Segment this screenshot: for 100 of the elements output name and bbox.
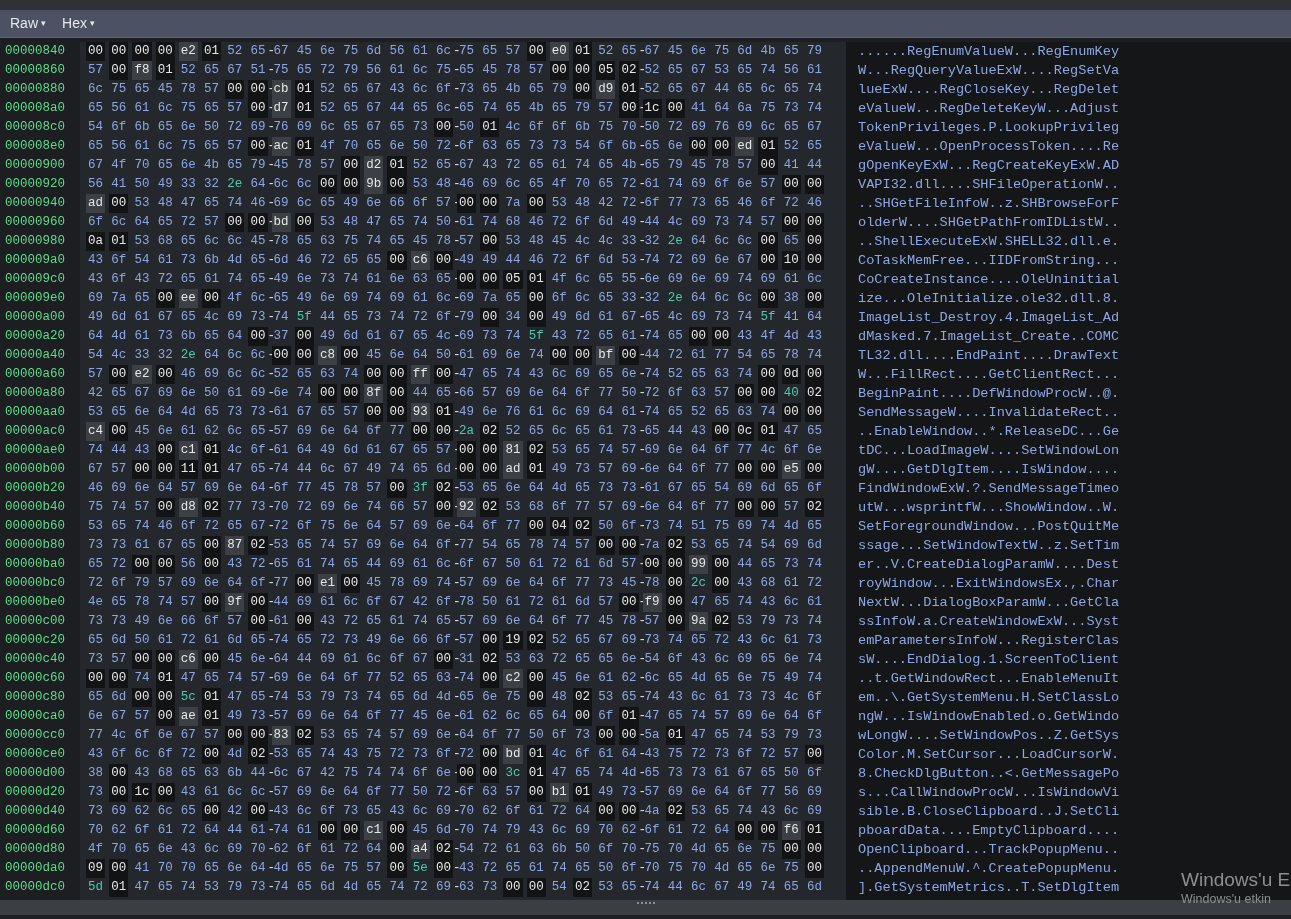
offset-label: 00000ae0 [5, 442, 66, 459]
offset-label: 00000940 [5, 195, 66, 212]
ascii-text: sW....EndDialog.1.ScreenToClient [858, 651, 1120, 669]
ascii-text: CoTaskMemFree...IIDFromString... [858, 252, 1120, 270]
offset-label: 000009c0 [5, 271, 66, 288]
ascii-text: TokenPrivileges.P.LookupPrivileg [858, 119, 1120, 137]
hex-bytes: 43 6f 43 72 65 61 74 65-49 6e 73 74 61 6e 63 65-00 00 05 01 4f 6c 65 55-6e 69 6e 69 74 69 61 6c [80, 270, 846, 289]
hex-bytes: 49 6d 61 67 65 4c 69 73-74 5f 44 65 73 74 72 6f-79 00 34 00 49 6d 61 67-65 4c 69 73 74 5f 41 64 [80, 308, 846, 327]
ascii-text: eValueW...RegDeleteKeyW...Adjust [858, 100, 1120, 118]
view-menu-button[interactable]: Raw ▾ [10, 13, 46, 34]
hex-bytes: 57 00 e2 00 46 69 6c 6c-52 65 63 74 00 00 ff 00-47 65 74 43 6c 69 65 6e-74 52 65 63 74 00 0d 00 [80, 365, 846, 384]
offset-label: 000008e0 [5, 138, 66, 155]
ascii-text: CoCreateInstance....OleUninitial [858, 271, 1120, 289]
hex-bytes: 73 69 62 6c 65 00 42 00-43 6c 6f 73 65 43 6c 69-70 62 6f 61 72 64 00 00-4a 02 53 65 74 43 6c 69 [80, 802, 846, 821]
ascii-text: eValueW...OpenProcessToken....Re [858, 138, 1120, 156]
offset-label: 00000c60 [5, 670, 66, 687]
hex-bytes: 5d 01 47 65 74 53 79 73-74 65 6d 4d 65 74 72 69-63 73 00 00 54 02 53 65-74 44 6c 67 49 74 65 6d [80, 878, 846, 897]
offset-label: 00000d20 [5, 784, 66, 801]
ascii-text: sible.B.CloseClipboard..J.SetCli [858, 803, 1120, 821]
offset-label: 00000b00 [5, 461, 66, 478]
ascii-text: emParametersInfoW...RegisterClas [858, 632, 1120, 650]
offset-label: 00000dc0 [5, 879, 66, 896]
ascii-text: royWindow...ExitWindowsEx.,.Char [858, 575, 1120, 593]
offset-label: 00000bc0 [5, 575, 66, 592]
activation-title: Windows'u E [1181, 869, 1291, 891]
offset-label: 00000880 [5, 81, 66, 98]
ascii-text: NextW...DialogBoxParamW...GetCla [858, 594, 1120, 612]
ascii-text: tDC...LoadImageW....SetWindowLon [858, 442, 1120, 460]
offset-label: 00000d60 [5, 822, 66, 839]
offset-label: 00000ce0 [5, 746, 66, 763]
ascii-text: VAPI32.dll....SHFileOperationW.. [858, 176, 1120, 194]
hex-bytes: 77 4c 6f 6e 67 57 00 00-83 02 53 65 74 57 69 6e-64 6f 77 50 6f 73 00 00-5a 01 47 65 74 53 79 73 [80, 726, 846, 745]
ascii-text: ImageList_Destroy.4.ImageList_Ad [858, 309, 1120, 327]
offset-label: 00000be0 [5, 594, 66, 611]
offset-label: 00000c00 [5, 613, 66, 630]
hex-bytes: c4 00 45 6e 61 62 6c 65-57 69 6e 64 6f 77 00 00-2a 02 52 65 6c 65 61 73-65 44 43 00 0c 01 47 65 [80, 422, 846, 441]
hex-bytes: 54 6f 6b 65 6e 50 72 69-76 69 6c 65 67 65 73 00-50 01 4c 6f 6f 6b 75 70-50 72 69 76 69 6c 65 67 [80, 118, 846, 137]
ascii-text: ngW...IsWindowEnabled.o.GetWindo [858, 708, 1120, 726]
offset-label: 00000840 [5, 43, 66, 60]
ascii-text: ssInfoW.a.CreateWindowExW...Syst [858, 613, 1120, 631]
offset-label: 00000d80 [5, 841, 66, 858]
offset-label: 000009e0 [5, 290, 66, 307]
resize-grip-icon[interactable] [636, 902, 655, 905]
hex-bytes: 38 00 43 68 65 63 6b 44-6c 67 42 75 74 74 6f 6e-00 00 3c 01 47 65 74 4d-65 73 73 61 67 65 50 6f [80, 764, 846, 783]
ascii-text: er..V.CreateDialogParamW....Dest [858, 556, 1120, 574]
ascii-text: utW...wsprintfW...ShowWindow..W. [858, 499, 1120, 517]
offset-label: 00000980 [5, 233, 66, 250]
offset-label: 000009a0 [5, 252, 66, 269]
ascii-text: s...CallWindowProcW...IsWindowVi [858, 784, 1120, 802]
ascii-text: ......RegEnumValueW...RegEnumKey [858, 43, 1120, 61]
hex-bytes: 00 00 74 01 47 65 74 57-69 6e 64 6f 77 52 65 63-74 00 c2 00 45 6e 61 62-6c 65 4d 65 6e 75 49 74 [80, 669, 846, 688]
ascii-text: 8.CheckDlgButton..<.GetMessagePo [858, 765, 1120, 783]
hex-bytes: 43 6f 54 61 73 6b 4d 65-6d 46 72 65 65 00 c6 00-49 49 44 46 72 6f 6d 53-74 72 69 6e 67 00 10 00 [80, 251, 846, 270]
offset-label: 00000a40 [5, 347, 66, 364]
hex-bytes: 57 00 f8 01 52 65 67 51-75 65 72 79 56 61 6c 75-65 45 78 57 00 00 05 02-52 65 67 53 65 74 56 61 [80, 61, 846, 80]
hex-bytes: 65 6d 50 61 72 61 6d 65-74 65 72 73 49 6e 66 6f-57 00 19 02 52 65 67 69-73 74 65 72 43 6c 61 73 [80, 631, 846, 650]
offset-label: 00000d00 [5, 765, 66, 782]
hex-bytes: 73 73 49 6e 66 6f 57 00-61 00 43 72 65 61 74 65-57 69 6e 64 6f 77 45 78-57 00 9a 02 53 79 73 74 [80, 612, 846, 631]
ascii-text: BeginPaint....DefWindowProcW..@. [858, 385, 1120, 403]
hex-bytes: 65 56 61 6c 75 65 57 00-d7 01 52 65 67 44 65 6c-65 74 65 4b 65 79 57 00-1c 00 41 64 6a 75 73 74 [80, 99, 846, 118]
hex-bytes: 69 7a 65 00 ee 00 4f 6c-65 49 6e 69 74 69 61 6c-69 7a 65 00 6f 6c 65 33-32 2e 64 6c 6c 00 38 00 [80, 289, 846, 308]
hex-bytes: 65 72 00 00 56 00 43 72-65 61 74 65 44 69 61 6c-6f 67 50 61 72 61 6d 57-00 00 99 00 44 65 73 74 [80, 555, 846, 574]
hex-bytes: 6e 67 57 00 ae 01 49 73-57 69 6e 64 6f 77 45 6e-61 62 6c 65 64 00 6f 01-47 65 74 57 69 6e 64 6f [80, 707, 846, 726]
offset-label: 00000ca0 [5, 708, 66, 725]
ascii-text: OpenClipboard...TrackPopupMenu.. [858, 841, 1120, 859]
hex-bytes: 56 41 50 49 33 32 2e 64-6c 6c 00 00 9b 00 53 48-46 69 6c 65 4f 70 65 72-61 74 69 6f 6e 57 00 00 [80, 175, 846, 194]
hex-bytes: 73 00 1c 00 43 61 6c 6c-57 69 6e 64 6f 77 50 72-6f 63 57 00 b1 01 49 73-57 69 6e 64 6f 77 56 69 [80, 783, 846, 802]
ascii-text: lueExW....RegCloseKey...RegDelet [858, 81, 1120, 99]
hex-bytes: 75 74 57 00 d8 02 77 73-70 72 69 6e 74 66 57 00-92 02 53 68 6f 77 57 69-6e 64 6f 77 00 00 57 02 [80, 498, 846, 517]
ascii-text: ..t.GetWindowRect...EnableMenuIt [858, 670, 1120, 688]
offset-label: 000008c0 [5, 119, 66, 136]
hex-bytes: 46 69 6e 64 57 69 6e 64-6f 77 45 78 57 00 3f 02-53 65 6e 64 4d 65 73 73-61 67 65 54 69 6d 65 6f [80, 479, 846, 498]
ascii-text: pboardData....EmptyClipboard.... [858, 822, 1120, 840]
ascii-text: W...FillRect....GetClientRect... [858, 366, 1120, 384]
hex-bytes: 74 44 43 00 c1 01 4c 6f-61 64 49 6d 61 67 65 57-00 00 81 02 53 65 74 57-69 6e 64 6f 77 4c 6f 6e [80, 441, 846, 460]
ascii-text: gW....GetDlgItem....IsWindow.... [858, 461, 1120, 479]
ascii-text: ..ShellExecuteExW.SHELL32.dll.e. [858, 233, 1120, 251]
offset-label: 00000c40 [5, 651, 66, 668]
activation-text: Windows'u etkin [1181, 891, 1272, 907]
offset-label: 00000ac0 [5, 423, 66, 440]
offset-label: 000008a0 [5, 100, 66, 117]
ascii-text: Color.M.SetCursor...LoadCursorW. [858, 746, 1120, 764]
hex-bytes: 70 62 6f 61 72 64 44 61-74 61 00 00 c1 00 45 6d-70 74 79 43 6c 69 70 62-6f 61 72 64 00 00 f6 01 [80, 821, 846, 840]
hex-bytes: 6c 75 65 45 78 57 00 00-cb 01 52 65 67 43 6c 6f-73 65 4b 65 79 00 d9 01-52 65 67 44 65 6c 65 74 [80, 80, 846, 99]
offset-label: 00000ba0 [5, 556, 66, 573]
ascii-text: ..EnableWindow..*.ReleaseDC...Ge [858, 423, 1120, 441]
offset-label: 00000920 [5, 176, 66, 193]
hex-bytes: 54 4c 33 32 2e 64 6c 6c-00 00 c8 00 45 6e 64 50-61 69 6e 74 00 00 bf 00-44 72 61 77 54 65 78 74 [80, 346, 846, 365]
ascii-text: FindWindowExW.?.SendMessageTimeo [858, 480, 1120, 498]
hex-bytes: 73 57 00 00 c6 00 45 6e-64 44 69 61 6c 6f 67 00-31 02 53 63 72 65 65 6e-54 6f 43 6c 69 65 6e 74 [80, 650, 846, 669]
offset-label: 00000cc0 [5, 727, 66, 744]
hex-bytes: 6f 6c 64 65 72 57 00 00-bd 00 53 48 47 65 74 50-61 74 68 46 72 6f 6d 49-44 4c 69 73 74 57 00 00 [80, 213, 846, 232]
ascii-text: wLongW....SetWindowPos..Z.GetSys [858, 727, 1120, 745]
offset-label: 00000b80 [5, 537, 66, 554]
hex-bytes: 67 57 00 00 11 01 47 65-74 44 6c 67 49 74 65 6d-00 00 ad 01 49 73 57 69-6e 64 6f 77 00 00 e5 00 [80, 460, 846, 479]
offset-label: 00000b60 [5, 518, 66, 535]
hex-bytes: 4e 65 78 74 57 00 9f 00-44 69 61 6c 6f 67 42 6f-78 50 61 72 61 6d 57 00-f9 00 47 65 74 43 6c 61 [80, 593, 846, 612]
view-menu-button[interactable]: Hex ▾ [62, 13, 95, 34]
offset-label: 00000960 [5, 214, 66, 231]
offset-label: 00000b20 [5, 480, 66, 497]
